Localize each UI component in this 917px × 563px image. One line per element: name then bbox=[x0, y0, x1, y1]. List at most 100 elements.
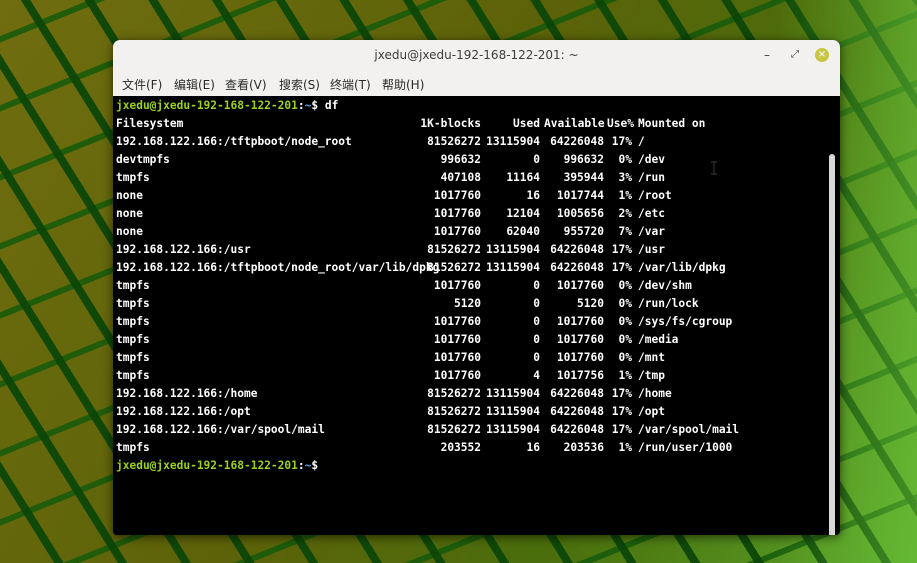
df-row: tmpfs 1017760 0 1017760 0% /media bbox=[116, 331, 756, 349]
cell-filesystem: tmpfs bbox=[116, 441, 150, 454]
close-button[interactable]: × bbox=[815, 48, 829, 62]
cell-mounted-on: /mnt bbox=[638, 351, 665, 364]
cell-blocks: 81526272 bbox=[427, 261, 481, 274]
cell-use-pct: 7% bbox=[618, 225, 632, 238]
cell-used: 13115904 bbox=[486, 261, 540, 274]
cell-blocks: 5120 bbox=[454, 297, 481, 310]
cell-use-pct: 17% bbox=[611, 243, 632, 256]
cell-mounted-on: /sys/fs/cgroup bbox=[638, 315, 733, 328]
cell-used: 13115904 bbox=[486, 423, 540, 436]
window-title: jxedu@jxedu-192-168-122-201: ~ bbox=[374, 48, 579, 62]
cell-mounted-on: /etc bbox=[638, 207, 665, 220]
cell-available: 64226048 bbox=[550, 261, 604, 274]
cell-used: 13115904 bbox=[486, 387, 540, 400]
cell-used: 62040 bbox=[506, 225, 540, 238]
cell-filesystem: tmpfs bbox=[116, 171, 150, 184]
cell-used: 0 bbox=[533, 351, 540, 364]
cell-available: 395944 bbox=[563, 171, 604, 184]
cell-used: 0 bbox=[533, 153, 540, 166]
cell-available: 1017760 bbox=[556, 315, 604, 328]
cell-blocks: 1017760 bbox=[433, 189, 481, 202]
cell-filesystem: none bbox=[116, 225, 143, 238]
cell-use-pct: 17% bbox=[611, 261, 632, 274]
cell-blocks: 81526272 bbox=[427, 243, 481, 256]
cell-mounted-on: /root bbox=[638, 189, 672, 202]
menu-search[interactable]: 搜索(S) bbox=[279, 76, 320, 93]
prompt-separator: : bbox=[297, 459, 305, 472]
cell-mounted-on: /run/lock bbox=[638, 297, 699, 310]
cell-blocks: 1017760 bbox=[433, 333, 481, 346]
cell-use-pct: 3% bbox=[618, 171, 632, 184]
cell-available: 64226048 bbox=[550, 423, 604, 436]
cell-filesystem: 192.168.122.166:/usr bbox=[116, 243, 251, 256]
cell-use-pct: 0% bbox=[618, 351, 632, 364]
cell-mounted-on: / bbox=[638, 135, 645, 148]
cell-mounted-on: /dev/shm bbox=[638, 279, 692, 292]
cell-use-pct: 17% bbox=[611, 387, 632, 400]
cell-used: 11164 bbox=[506, 171, 540, 184]
cell-mounted-on: /run bbox=[638, 171, 665, 184]
cell-used: 13115904 bbox=[486, 405, 540, 418]
cell-filesystem: none bbox=[116, 207, 143, 220]
cell-available: 1017760 bbox=[556, 333, 604, 346]
df-row: 192.168.122.166:/tftpboot/node_root 81526… bbox=[116, 133, 756, 151]
df-row: 192.168.122.166:/var/spool/mail 81526272 1… bbox=[116, 421, 756, 439]
df-row: tmpfs 407108 11164 395944 3% /run bbox=[116, 169, 756, 187]
df-row: none 1017760 16 1017744 1% /root bbox=[116, 187, 756, 205]
prompt-user: jxedu@jxedu-192-168-122-201 bbox=[116, 99, 298, 112]
cell-available: 5120 bbox=[577, 297, 604, 310]
cell-mounted-on: /tmp bbox=[638, 369, 665, 382]
menu-help[interactable]: 帮助(H) bbox=[382, 76, 424, 93]
cell-filesystem: tmpfs bbox=[116, 369, 150, 382]
cell-filesystem: 192.168.122.166:/var/spool/mail bbox=[116, 423, 325, 436]
cell-filesystem: 192.168.122.166:/opt bbox=[116, 405, 251, 418]
cell-use-pct: 1% bbox=[618, 189, 632, 202]
cell-used: 16 bbox=[526, 441, 540, 454]
df-row: none 1017760 62040 955720 7% /var bbox=[116, 223, 756, 241]
cell-filesystem: none bbox=[116, 189, 143, 202]
df-row: tmpfs 1017760 4 1017756 1% /tmp bbox=[116, 367, 756, 385]
df-row: 192.168.122.166:/usr 81526272 13115904 6422… bbox=[116, 241, 756, 259]
cell-available: 996632 bbox=[563, 153, 604, 166]
window-titlebar[interactable]: jxedu@jxedu-192-168-122-201: ~ – ⤢ × bbox=[113, 40, 840, 71]
cell-blocks: 81526272 bbox=[427, 423, 481, 436]
cell-available: 1017756 bbox=[556, 369, 604, 382]
menu-view[interactable]: 查看(V) bbox=[225, 76, 267, 93]
cell-mounted-on: /dev bbox=[638, 153, 665, 166]
menu-terminal[interactable]: 终端(T) bbox=[330, 76, 371, 93]
menu-edit[interactable]: 编辑(E) bbox=[174, 76, 215, 93]
header-blocks: 1K-blocks bbox=[420, 117, 481, 130]
cell-blocks: 81526272 bbox=[427, 135, 481, 148]
terminal-scrollbar[interactable] bbox=[829, 154, 835, 535]
cell-filesystem: tmpfs bbox=[116, 333, 150, 346]
menu-file[interactable]: 文件(F) bbox=[122, 76, 162, 93]
df-row: 192.168.122.166:/tftpboot/node_root/var/… bbox=[116, 259, 756, 277]
prompt-dollar: $ bbox=[311, 459, 319, 472]
terminal-window[interactable]: jxedu@jxedu-192-168-122-201: ~ – ⤢ × 文件(… bbox=[113, 40, 840, 535]
cell-filesystem: 192.168.122.166:/tftpboot/node_root/var/… bbox=[116, 261, 440, 274]
cell-use-pct: 17% bbox=[611, 405, 632, 418]
header-filesystem: Filesystem bbox=[116, 117, 184, 130]
maximize-button[interactable]: ⤢ bbox=[787, 47, 803, 63]
cell-blocks: 81526272 bbox=[427, 405, 481, 418]
cell-filesystem: tmpfs bbox=[116, 351, 150, 364]
cell-use-pct: 0% bbox=[618, 333, 632, 346]
cell-blocks: 1017760 bbox=[433, 351, 481, 364]
cell-blocks: 1017760 bbox=[433, 279, 481, 292]
cell-used: 0 bbox=[533, 297, 540, 310]
cell-mounted-on: /var bbox=[638, 225, 665, 238]
cell-used: 16 bbox=[526, 189, 540, 202]
cell-blocks: 1017760 bbox=[433, 369, 481, 382]
cell-filesystem: devtmpfs bbox=[116, 153, 170, 166]
cell-mounted-on: /media bbox=[638, 333, 679, 346]
header-use-pct: Use% bbox=[607, 117, 634, 130]
menu-bar: 文件(F) 编辑(E) 查看(V) 搜索(S) 终端(T) 帮助(H) bbox=[113, 71, 840, 96]
cell-use-pct: 2% bbox=[618, 207, 632, 220]
df-row: tmpfs 203552 16 203536 1% /run/user/1000 bbox=[116, 439, 756, 457]
terminal-output[interactable]: jxedu@jxedu-192-168-122-201:~$ df Filesy… bbox=[113, 96, 840, 535]
cell-use-pct: 0% bbox=[618, 279, 632, 292]
df-row: tmpfs 1017760 0 1017760 0% /mnt bbox=[116, 349, 756, 367]
minimize-button[interactable]: – bbox=[759, 47, 775, 63]
cell-available: 64226048 bbox=[550, 387, 604, 400]
cell-used: 0 bbox=[533, 333, 540, 346]
